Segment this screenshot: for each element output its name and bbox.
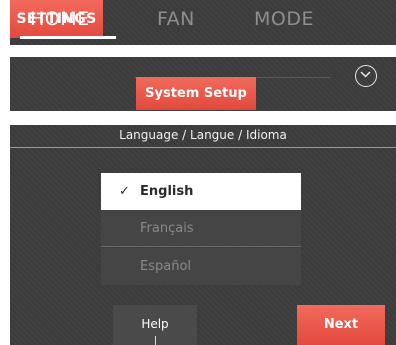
settings-menu: System Setup: [10, 57, 396, 111]
language-label: Español: [140, 259, 192, 274]
language-dialog: Language / Langue / Idioma ✓ English Fra…: [10, 125, 396, 345]
chevron-down-icon: [360, 71, 371, 78]
menu-item-system-setup[interactable]: System Setup: [136, 77, 256, 110]
active-tab-indicator: [20, 36, 116, 39]
next-button[interactable]: Next: [297, 305, 385, 345]
language-label: English: [140, 184, 194, 199]
scroll-down-button[interactable]: [355, 65, 377, 87]
checkmark-icon: ✓: [119, 184, 130, 199]
help-label: Help: [141, 317, 169, 331]
language-label: Français: [140, 221, 194, 236]
tab-fan[interactable]: FAN: [157, 0, 195, 38]
language-option-spanish[interactable]: Español: [101, 248, 301, 285]
tab-home[interactable]: HOME: [30, 0, 90, 38]
help-button[interactable]: Help: [113, 305, 197, 345]
top-nav-bar: HOME FAN MODE SETTINGS: [10, 0, 396, 45]
language-option-english[interactable]: ✓ English: [101, 173, 301, 210]
language-option-french[interactable]: Français: [101, 210, 301, 247]
dialog-title: Language / Langue / Idioma: [10, 125, 396, 148]
pointer-indicator: [155, 336, 156, 345]
menu-item-previous[interactable]: [134, 57, 331, 78]
tab-mode[interactable]: MODE: [254, 0, 314, 38]
